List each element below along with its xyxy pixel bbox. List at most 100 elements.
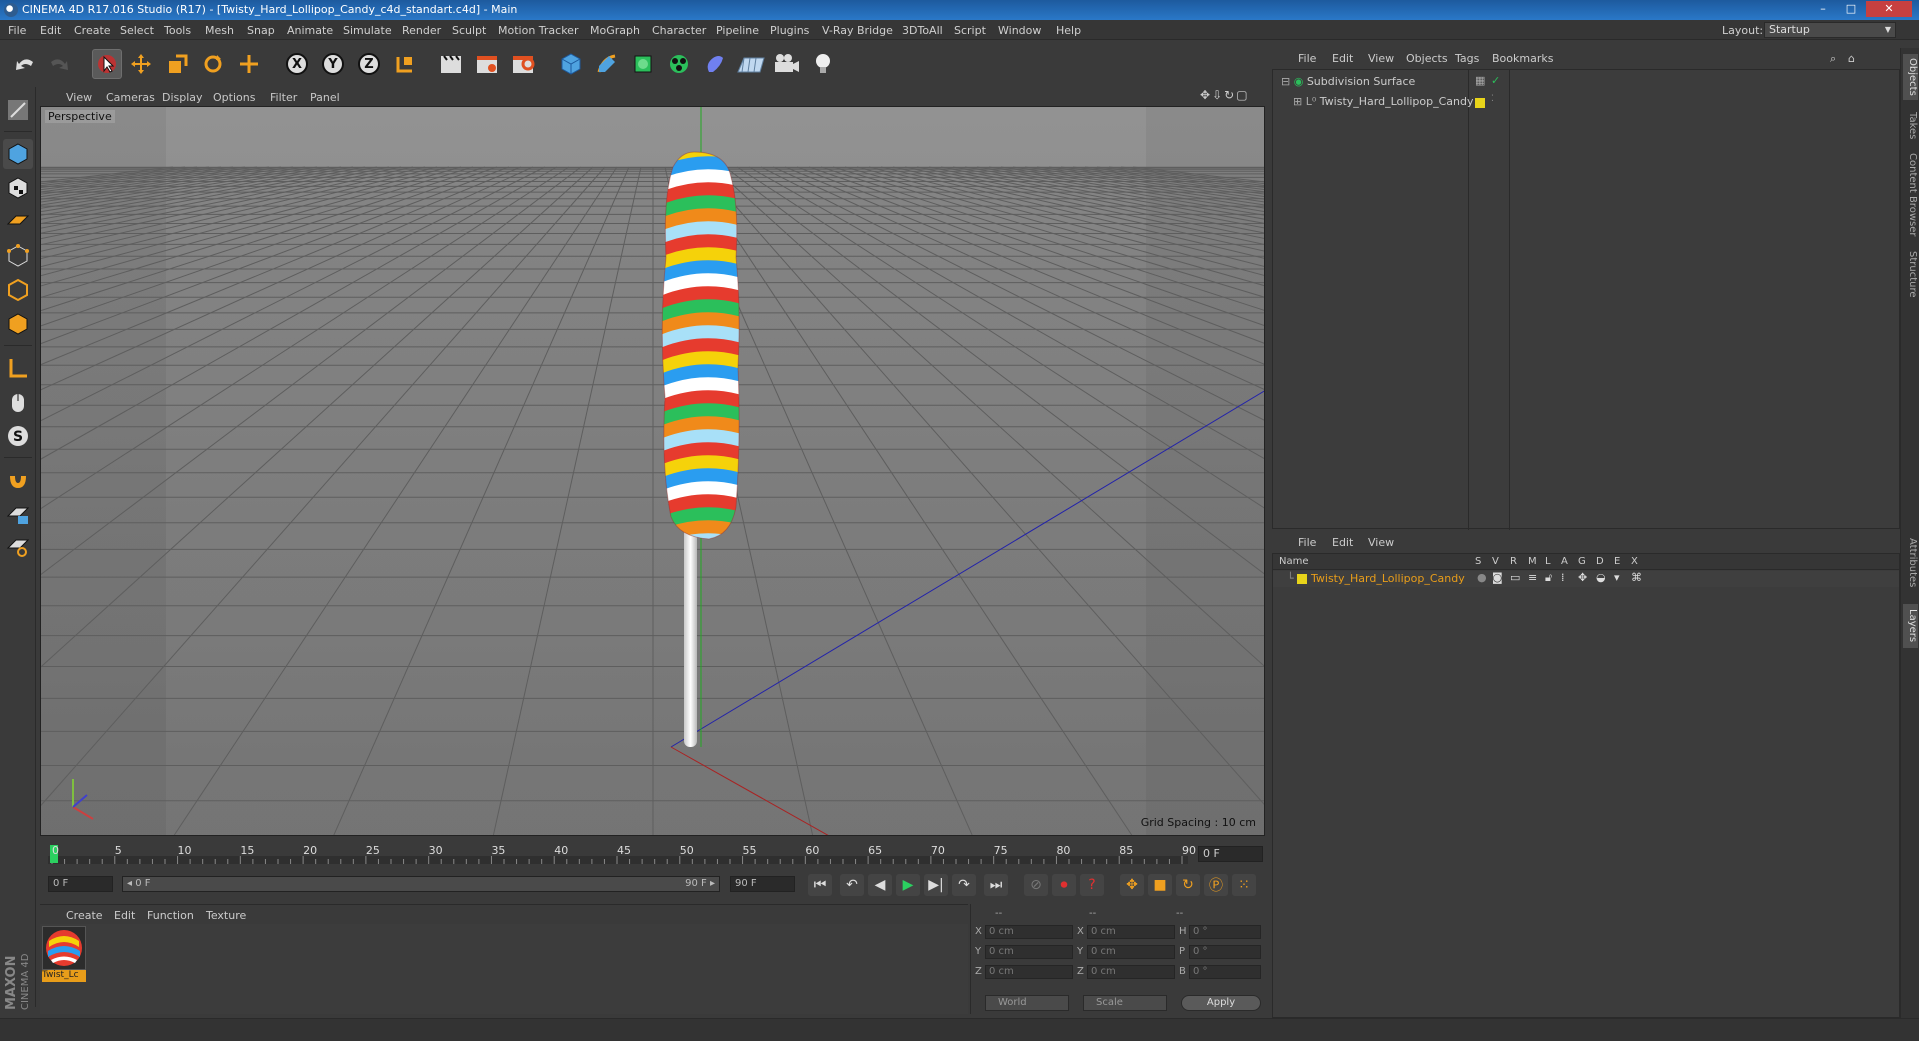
generator-icon[interactable]: ✥ <box>1578 571 1587 584</box>
tab-takes[interactable]: Takes <box>1903 108 1918 144</box>
previous-frame-button[interactable]: ◀ <box>868 874 892 896</box>
record-keys-off-button[interactable]: ⊘ <box>1024 874 1048 896</box>
menu-file[interactable]: File <box>8 24 26 37</box>
column-solo[interactable]: S <box>1475 556 1481 567</box>
menu-window[interactable]: Window <box>998 24 1041 37</box>
snap-button[interactable]: S <box>3 421 33 451</box>
material-thumbnail[interactable] <box>42 926 86 970</box>
texture-mode-button[interactable] <box>3 173 33 203</box>
key-position-button[interactable]: ✥ <box>1120 874 1144 896</box>
range-slider[interactable]: ◂ 0 F 90 F ▸ <box>122 876 720 892</box>
workplane-rotate-button[interactable] <box>3 531 33 561</box>
expression-icon[interactable]: ▾ <box>1614 571 1620 584</box>
visibility-toggle-icon[interactable]: ▦ <box>1475 74 1485 87</box>
deformer-icon[interactable]: ◒ <box>1596 571 1606 584</box>
menu-simulate[interactable]: Simulate <box>343 24 392 37</box>
menu-create[interactable]: Create <box>74 24 111 37</box>
layer-row[interactable]: └ Twisty_Hard_Lollipop_Candy ● ◙ ▭ ≡ 🔓︎ … <box>1273 571 1899 587</box>
solo-dot-icon[interactable]: ● <box>1477 571 1487 584</box>
position-z-field[interactable]: 0 cm <box>985 965 1073 979</box>
column-expressions[interactable]: E <box>1614 556 1620 567</box>
lock-workplane-button[interactable] <box>3 499 33 529</box>
material-menu-texture[interactable]: Texture <box>206 909 246 922</box>
position-y-field[interactable]: 0 cm <box>985 945 1073 959</box>
layer-color-swatch[interactable] <box>1475 98 1485 108</box>
column-animation[interactable]: A <box>1561 556 1568 567</box>
column-generators[interactable]: G <box>1578 556 1586 567</box>
layout-dropdown[interactable]: Startup ▼ <box>1764 22 1896 38</box>
tab-layers[interactable]: Layers <box>1903 604 1918 648</box>
next-frame-button[interactable]: ▶| <box>924 874 948 896</box>
material-menu-create[interactable]: Create <box>66 909 103 922</box>
edges-mode-button[interactable] <box>3 275 33 305</box>
menu-mesh[interactable]: Mesh <box>205 24 234 37</box>
size-x-field[interactable]: 0 cm <box>1087 925 1175 939</box>
object-menu-edit[interactable]: Edit <box>1332 52 1353 65</box>
key-parameter-button[interactable]: Ⓟ <box>1204 874 1228 896</box>
render-clapper-icon[interactable]: ▭ <box>1510 571 1520 584</box>
zoom-icon[interactable]: ⇩ <box>1212 88 1224 102</box>
scale-dropdown[interactable]: Scale <box>1083 995 1167 1011</box>
material-menu-edit[interactable]: Edit <box>114 909 135 922</box>
menu-sculpt[interactable]: Sculpt <box>452 24 486 37</box>
menu-edit[interactable]: Edit <box>40 24 61 37</box>
maximize-button[interactable]: □ <box>1838 1 1864 17</box>
menu-character[interactable]: Character <box>652 24 706 37</box>
next-key-button[interactable]: ↷ <box>952 874 976 896</box>
menu-tools[interactable]: Tools <box>164 24 191 37</box>
column-manager[interactable]: M <box>1528 556 1537 567</box>
animation-icon[interactable]: ⁞ <box>1561 571 1565 584</box>
orbit-icon[interactable]: ↻ <box>1224 88 1236 102</box>
menu-3dtoall[interactable]: 3DToAll <box>902 24 943 37</box>
eye-icon[interactable]: ◙ <box>1492 571 1503 584</box>
timeline-ruler[interactable]: 0 5 10 15 20 25 30 35 40 45 50 55 60 65 70 75 80 85 90 <box>48 842 1196 866</box>
move-tool-button[interactable] <box>126 49 156 79</box>
deformer-button[interactable] <box>700 49 730 79</box>
scale-tool-button[interactable] <box>162 49 192 79</box>
lock-icon[interactable]: 🔓︎ <box>1545 571 1552 585</box>
menu-plugins[interactable]: Plugins <box>770 24 809 37</box>
object-menu-bookmarks[interactable]: Bookmarks <box>1492 52 1553 65</box>
collapse-icon[interactable]: ⊟ <box>1281 75 1290 88</box>
object-menu-objects[interactable]: Objects <box>1406 52 1448 65</box>
model-mode-button[interactable] <box>3 139 33 169</box>
render-settings-button[interactable] <box>508 49 538 79</box>
rotation-p-field[interactable]: 0 ° <box>1189 945 1261 959</box>
light-button[interactable] <box>808 49 838 79</box>
key-pla-button[interactable]: ⁙ <box>1232 874 1256 896</box>
material-name-label[interactable]: Twist_Lc <box>42 970 86 982</box>
column-locked[interactable]: L <box>1545 556 1551 567</box>
go-to-start-button[interactable]: ⏮ <box>808 874 832 896</box>
perspective-viewport[interactable]: Perspective Grid Spacing : 10 cm <box>40 106 1265 836</box>
layer-menu-view[interactable]: View <box>1368 536 1394 549</box>
camera-button[interactable] <box>772 49 802 79</box>
viewport-menu-panel[interactable]: Panel <box>310 91 340 104</box>
mograph-cloner-button[interactable] <box>664 49 694 79</box>
subdivision-button[interactable] <box>628 49 658 79</box>
go-to-end-button[interactable]: ⏭ <box>984 874 1008 896</box>
column-view[interactable]: V <box>1492 556 1499 567</box>
menu-render[interactable]: Render <box>402 24 441 37</box>
menu-help[interactable]: Help <box>1056 24 1081 37</box>
xref-icon[interactable]: ⌘ <box>1631 571 1642 584</box>
y-axis-button[interactable]: Y <box>318 49 348 79</box>
redo-button[interactable] <box>44 49 74 79</box>
previous-key-button[interactable]: ↶ <box>840 874 864 896</box>
menu-animate[interactable]: Animate <box>287 24 333 37</box>
enabled-check-icon[interactable]: ✓ <box>1491 74 1500 87</box>
enable-axis-button[interactable] <box>3 353 33 383</box>
viewport-menu-cameras[interactable]: Cameras <box>106 91 155 104</box>
material-menu-function[interactable]: Function <box>147 909 194 922</box>
render-view-button[interactable] <box>436 49 466 79</box>
viewport-navigation[interactable]: ✥⇩↻▢ <box>1200 88 1250 102</box>
object-row-subdivision-surface[interactable]: ⊟ ◉ Subdivision Surface <box>1281 75 1415 91</box>
home-icon[interactable]: ⌂ <box>1848 52 1855 65</box>
tab-attributes[interactable]: Attributes <box>1903 528 1918 598</box>
cube-button[interactable] <box>556 49 586 79</box>
column-name[interactable]: Name <box>1279 556 1309 567</box>
viewport-menu-options[interactable]: Options <box>213 91 255 104</box>
start-frame-field[interactable]: 0 F <box>48 876 113 892</box>
magnet-button[interactable] <box>3 465 33 495</box>
close-button[interactable]: ✕ <box>1866 1 1912 17</box>
current-frame-field[interactable]: 0 F <box>1198 846 1263 862</box>
